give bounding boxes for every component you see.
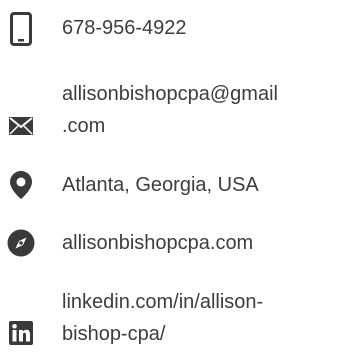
contact-list: 678-956-4922 allisonbishopcpa@gmail .com… <box>0 0 353 364</box>
linkedin-link-line2[interactable]: bishop-cpa/ <box>62 318 165 350</box>
contact-email-row: allisonbishopcpa@gmail .com <box>0 78 353 148</box>
contact-phone-row: 678-956-4922 <box>0 0 353 60</box>
compass-icon <box>6 228 36 258</box>
phone-link[interactable]: 678-956-4922 <box>62 12 187 44</box>
phone-icon <box>6 12 36 46</box>
linkedin-icon <box>6 318 36 348</box>
location-text: Atlanta, Georgia, USA <box>62 174 259 196</box>
contact-location-row: Atlanta, Georgia, USA <box>0 165 353 205</box>
website-link[interactable]: allisonbishopcpa.com <box>62 227 253 259</box>
contact-linkedin-row: linkedin.com/in/allison- bishop-cpa/ <box>0 286 353 364</box>
linkedin-link-line1[interactable]: linkedin.com/in/allison- <box>62 286 263 318</box>
email-link-line1[interactable]: allisonbishopcpa@gmail <box>62 78 278 110</box>
map-pin-icon <box>6 170 36 200</box>
envelope-icon <box>6 116 36 136</box>
contact-website-row: allisonbishopcpa.com <box>0 222 353 262</box>
email-link-line2[interactable]: .com <box>62 110 105 142</box>
